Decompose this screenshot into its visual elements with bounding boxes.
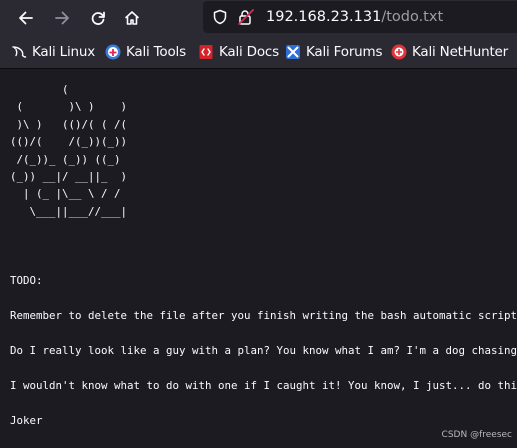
kali-nethunter-icon: [391, 44, 407, 60]
bookmark-label: Kali Docs: [219, 44, 279, 60]
todo-text-document: ( ( )\ ) ) )\ ) (()/( ( /( (()/( /(_))(_…: [10, 83, 517, 427]
page-content: ( ( )\ ) ) )\ ) (()/( ( /( (()/( /(_))(_…: [0, 69, 517, 448]
bookmarks-toolbar: Kali Linux Kali Tools Kali Docs Kali For…: [0, 36, 517, 69]
url-text[interactable]: 192.168.23.131/todo.txt: [266, 7, 443, 27]
kali-dragon-icon: [12, 46, 27, 58]
reload-button[interactable]: [82, 2, 114, 34]
bookmark-kali-nethunter[interactable]: Kali NetHunter: [391, 43, 508, 61]
url-host: 192.168.23.131: [266, 9, 382, 25]
kali-tools-icon: [105, 44, 121, 60]
bookmark-kali-docs[interactable]: Kali Docs: [198, 43, 279, 61]
back-button[interactable]: [10, 2, 42, 34]
bookmark-label: Kali NetHunter: [412, 44, 508, 60]
arrow-left-icon: [19, 11, 33, 25]
forward-button[interactable]: [46, 2, 78, 34]
bookmark-label: Kali Tools: [126, 44, 186, 60]
navigation-toolbar: 192.168.23.131/todo.txt: [0, 0, 517, 36]
kali-forums-icon: [286, 45, 300, 59]
url-path: /todo.txt: [381, 9, 444, 25]
address-bar[interactable]: 192.168.23.131/todo.txt: [203, 1, 517, 33]
arrow-right-icon: [55, 11, 69, 25]
shield-icon[interactable]: [212, 9, 228, 25]
bookmark-kali-forums[interactable]: Kali Forums: [285, 43, 383, 61]
bookmark-kali-linux[interactable]: Kali Linux: [11, 43, 95, 61]
home-button[interactable]: [116, 2, 148, 34]
bookmark-kali-tools[interactable]: Kali Tools: [105, 43, 186, 61]
bookmark-label: Kali Linux: [32, 44, 96, 60]
watermark: CSDN @freesec: [441, 430, 512, 440]
kali-docs-icon: [199, 45, 213, 59]
lock-warning-icon[interactable]: [238, 9, 256, 25]
home-icon: [125, 11, 139, 25]
bookmark-label: Kali Forums: [306, 44, 383, 60]
reload-icon: [91, 11, 105, 25]
